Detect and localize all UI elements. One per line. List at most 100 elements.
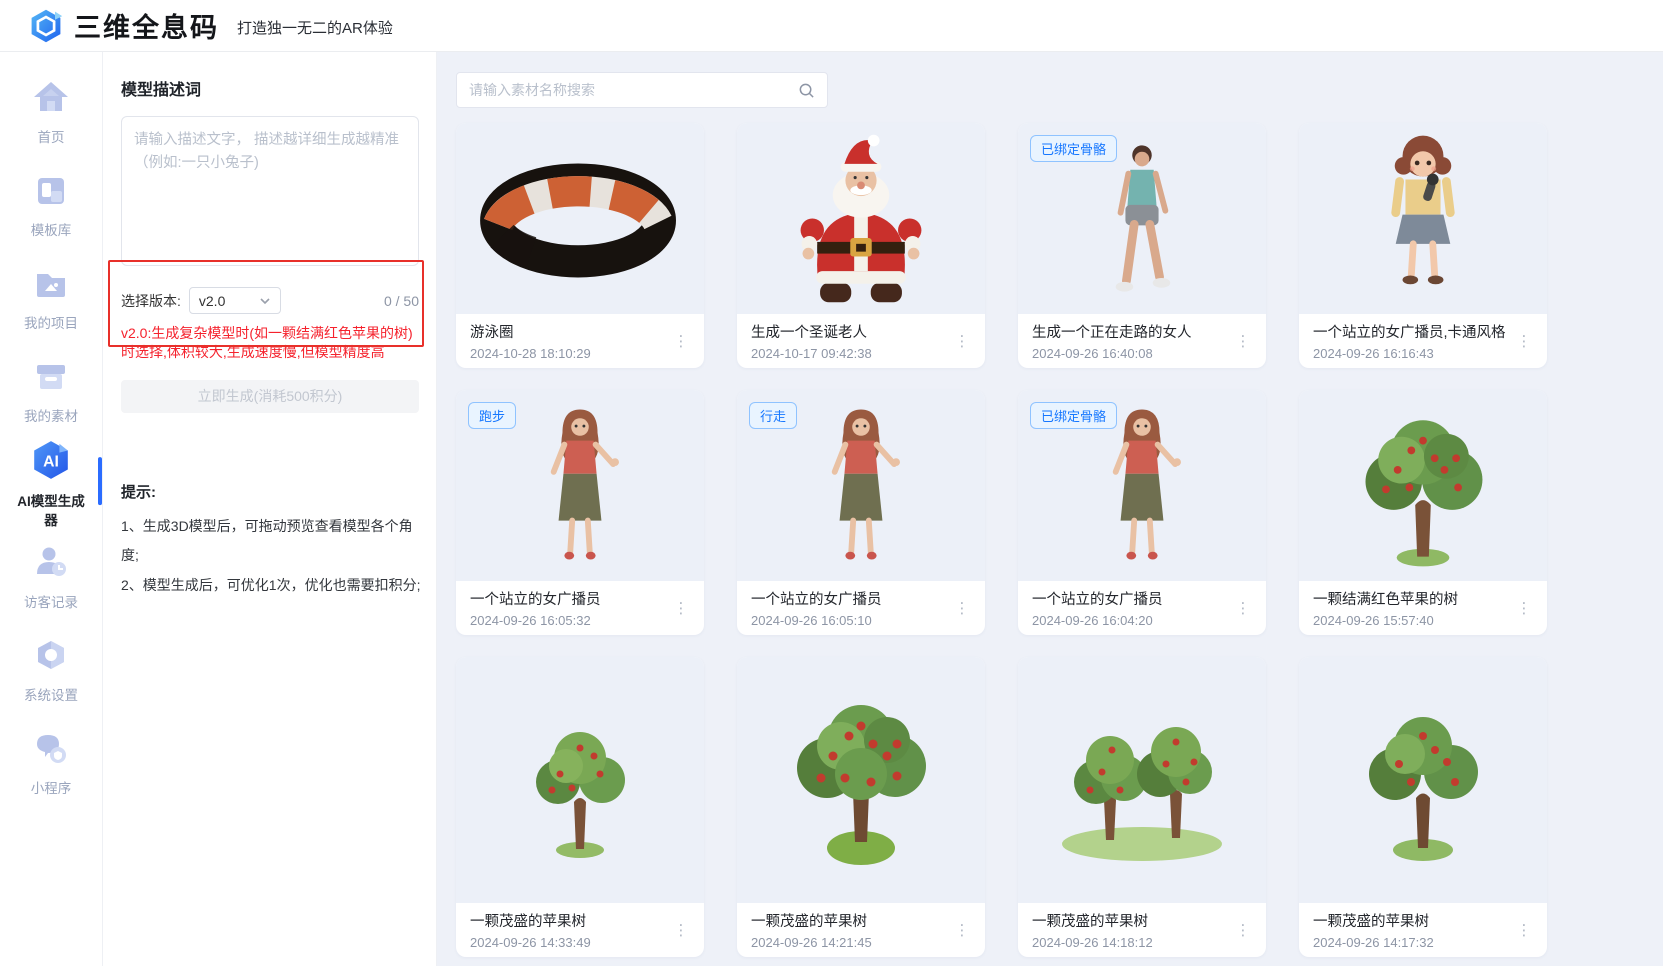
logo: 三维全息码 [28, 6, 219, 45]
sidebar-item-label: 小程序 [12, 780, 90, 798]
card-info: 一颗结满红色苹果的树 2024-09-26 15:57:40 ⋮ [1299, 581, 1547, 635]
card-title: 一颗茂盛的苹果树 [751, 910, 953, 931]
model-thumbnail [456, 123, 704, 314]
model-card[interactable]: 生成一个圣诞老人 2024-10-17 09:42:38 ⋮ [737, 123, 985, 368]
card-timestamp: 2024-09-26 16:40:08 [1032, 346, 1234, 361]
logo-icon [28, 8, 64, 44]
sidebar-item-label: 访客记录 [12, 594, 90, 612]
sidebar-item-label: 系统设置 [12, 687, 90, 705]
active-indicator [98, 457, 102, 505]
version-select-value: v2.0 [199, 293, 225, 309]
sidebar-item-home[interactable]: 首页 [0, 66, 102, 159]
more-menu-icon[interactable]: ⋮ [672, 928, 690, 933]
generator-panel: 模型描述词 选择版本: v2.0 0 / 50 v2.0:生成复杂模型时(如一颗… [103, 52, 437, 966]
sidebar-item-settings[interactable]: 系统设置 [0, 624, 102, 717]
svg-text:AI: AI [43, 454, 59, 471]
card-badge: 已绑定骨骼 [1030, 135, 1117, 162]
template-library-icon [31, 170, 71, 215]
card-info: 一颗茂盛的苹果树 2024-09-26 14:18:12 ⋮ [1018, 903, 1266, 957]
materials-area: 游泳圈 2024-10-28 18:10:29 ⋮ 生成一个圣诞老人 2024-… [437, 52, 1663, 966]
card-badge: 已绑定骨骼 [1030, 402, 1117, 429]
card-timestamp: 2024-10-28 18:10:29 [470, 346, 672, 361]
model-card[interactable]: 一颗结满红色苹果的树 2024-09-26 15:57:40 ⋮ [1299, 390, 1547, 635]
model-card[interactable]: 一颗茂盛的苹果树 2024-09-26 14:33:49 ⋮ [456, 657, 704, 957]
search-icon[interactable] [798, 82, 815, 99]
model-card[interactable]: 行走 一个站立的女广播员 2024-09-26 16:05:10 ⋮ [737, 390, 985, 635]
sidebar-item-ai-generator[interactable]: AI AI模型生成器 [0, 438, 102, 531]
more-menu-icon[interactable]: ⋮ [672, 339, 690, 344]
model-card[interactable]: 已绑定骨骼 生成一个正在走路的女人 2024-09-26 16:40:08 ⋮ [1018, 123, 1266, 368]
card-title: 游泳圈 [470, 321, 672, 342]
model-description-input[interactable] [121, 116, 419, 266]
card-timestamp: 2024-09-26 16:05:32 [470, 613, 672, 628]
more-menu-icon[interactable]: ⋮ [1515, 339, 1533, 344]
more-menu-icon[interactable]: ⋮ [953, 339, 971, 344]
generate-button[interactable]: 立即生成(消耗500积分) [121, 380, 419, 413]
card-info: 一颗茂盛的苹果树 2024-09-26 14:33:49 ⋮ [456, 903, 704, 957]
app-title: 三维全息码 [74, 6, 219, 45]
card-info: 一个站立的女广播员 2024-09-26 16:05:10 ⋮ [737, 581, 985, 635]
model-thumbnail [1018, 657, 1266, 903]
model-thumbnail [1299, 657, 1547, 903]
home-icon [31, 77, 71, 122]
app-header: 三维全息码 打造独一无二的AR体验 [0, 0, 1663, 52]
more-menu-icon[interactable]: ⋮ [1515, 928, 1533, 933]
sidebar-item-template-library[interactable]: 模板库 [0, 159, 102, 252]
char-counter: 0 / 50 [384, 293, 419, 309]
card-info: 一颗茂盛的苹果树 2024-09-26 14:17:32 ⋮ [1299, 903, 1547, 957]
model-card[interactable]: 一颗茂盛的苹果树 2024-09-26 14:17:32 ⋮ [1299, 657, 1547, 957]
model-card[interactable]: 一颗茂盛的苹果树 2024-09-26 14:21:45 ⋮ [737, 657, 985, 957]
model-thumbnail [737, 657, 985, 903]
card-info: 一颗茂盛的苹果树 2024-09-26 14:21:45 ⋮ [737, 903, 985, 957]
projects-icon [31, 263, 71, 308]
chevron-down-icon [259, 295, 271, 307]
more-menu-icon[interactable]: ⋮ [1234, 928, 1252, 933]
version-label: 选择版本: [121, 291, 181, 311]
tip-line: 1、生成3D模型后，可拖动预览查看模型各个角度; [121, 512, 421, 571]
card-badge: 跑步 [468, 402, 516, 429]
sidebar-item-label: AI模型生成器 [12, 493, 90, 529]
card-title: 一颗茂盛的苹果树 [470, 910, 672, 931]
model-thumbnail [1299, 123, 1547, 314]
visitor-log-icon [31, 542, 71, 587]
more-menu-icon[interactable]: ⋮ [672, 606, 690, 611]
materials-icon [31, 356, 71, 401]
model-card[interactable]: 一个站立的女广播员,卡通风格 2024-09-26 16:16:43 ⋮ [1299, 123, 1547, 368]
tips-title: 提示: [121, 481, 421, 502]
more-menu-icon[interactable]: ⋮ [1234, 339, 1252, 344]
model-card[interactable]: 跑步 一个站立的女广播员 2024-09-26 16:05:32 ⋮ [456, 390, 704, 635]
card-title: 生成一个正在走路的女人 [1032, 321, 1234, 342]
sidebar-item-projects[interactable]: 我的项目 [0, 252, 102, 345]
model-thumbnail [1299, 390, 1547, 581]
model-thumbnail [737, 123, 985, 314]
sidebar-item-label: 模板库 [12, 222, 90, 240]
model-thumbnail [456, 657, 704, 903]
ai-generator-icon: AI [30, 439, 72, 486]
card-info: 生成一个正在走路的女人 2024-09-26 16:40:08 ⋮ [1018, 314, 1266, 368]
card-info: 生成一个圣诞老人 2024-10-17 09:42:38 ⋮ [737, 314, 985, 368]
card-badge: 行走 [749, 402, 797, 429]
sidebar-item-label: 我的素材 [12, 408, 90, 426]
card-title: 生成一个圣诞老人 [751, 321, 953, 342]
card-title: 一个站立的女广播员,卡通风格 [1313, 321, 1515, 342]
card-title: 一个站立的女广播员 [1032, 588, 1234, 609]
sidebar-item-visitor-log[interactable]: 访客记录 [0, 531, 102, 624]
search-input[interactable] [469, 82, 798, 98]
more-menu-icon[interactable]: ⋮ [1234, 606, 1252, 611]
more-menu-icon[interactable]: ⋮ [953, 606, 971, 611]
card-info: 一个站立的女广播员 2024-09-26 16:05:32 ⋮ [456, 581, 704, 635]
version-select[interactable]: v2.0 [189, 287, 281, 314]
tip-line: 2、模型生成后，可优化1次，优化也需要扣积分; [121, 571, 421, 600]
model-card[interactable]: 游泳圈 2024-10-28 18:10:29 ⋮ [456, 123, 704, 368]
model-card[interactable]: 已绑定骨骼 一个站立的女广播员 2024-09-26 16:04:20 ⋮ [1018, 390, 1266, 635]
card-timestamp: 2024-10-17 09:42:38 [751, 346, 953, 361]
miniprogram-icon [31, 728, 71, 773]
sidebar-item-miniprogram[interactable]: 小程序 [0, 717, 102, 810]
card-timestamp: 2024-09-26 14:18:12 [1032, 935, 1234, 950]
more-menu-icon[interactable]: ⋮ [1515, 606, 1533, 611]
app-tagline: 打造独一无二的AR体验 [237, 17, 393, 38]
sidebar-item-materials[interactable]: 我的素材 [0, 345, 102, 438]
model-card[interactable]: 一颗茂盛的苹果树 2024-09-26 14:18:12 ⋮ [1018, 657, 1266, 957]
card-title: 一颗茂盛的苹果树 [1032, 910, 1234, 931]
more-menu-icon[interactable]: ⋮ [953, 928, 971, 933]
